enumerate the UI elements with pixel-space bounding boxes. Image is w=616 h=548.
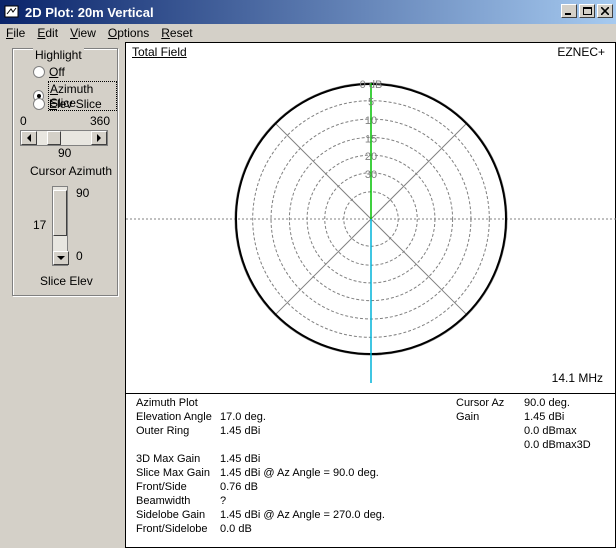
cursor-gain-dbmax3d: 0.0 dBmax3D: [524, 439, 591, 451]
arrow-right-icon: [97, 134, 101, 142]
elevation-slider-down-button[interactable]: [53, 251, 69, 265]
azimuth-slider[interactable]: [20, 130, 108, 146]
menu-options[interactable]: Options: [108, 26, 149, 40]
radio-elev-slice-label: Elev Slice: [49, 97, 102, 111]
cursor-gain-label: Gain: [456, 411, 480, 423]
ring-label: 20: [365, 151, 377, 163]
arrow-down-icon: [57, 256, 65, 260]
window-title: 2D Plot: 20m Vertical: [25, 4, 154, 20]
info-value-sidelobe-gain: 1.45 dBi @ Az Angle = 270.0 deg.: [220, 509, 385, 521]
info-label-elevation-angle: Elevation Angle: [136, 411, 212, 423]
info-value-3d-max-gain: 1.45 dBi: [220, 453, 261, 465]
close-icon: [601, 7, 609, 15]
app-icon: [4, 5, 19, 18]
plot-data-panel: Azimuth Plot Elevation Angle 17.0 deg. O…: [125, 394, 616, 548]
ring-label: 10: [365, 115, 377, 127]
menu-view[interactable]: View: [70, 26, 96, 40]
plot-title: Total Field: [132, 45, 187, 59]
info-label-outer-ring: Outer Ring: [136, 425, 190, 437]
info-label-front-sidelobe: Front/Sidelobe: [136, 523, 208, 535]
elevation-slider-thumb[interactable]: [53, 190, 67, 237]
cursor-az-value: 90.0 deg.: [524, 397, 570, 409]
close-button[interactable]: [597, 4, 613, 18]
elev-min-label: 0: [76, 249, 83, 263]
title-bar: 2D Plot: 20m Vertical: [0, 0, 616, 24]
radio-off-label: Off: [49, 65, 65, 79]
arrow-left-icon: [27, 134, 31, 142]
brand-label: EZNEC+: [557, 45, 605, 59]
control-panel: Highlight Off Azimuth Slice Elev Slice 0…: [0, 42, 125, 548]
info-value-front-sidelobe: 0.0 dB: [220, 523, 252, 535]
info-label-slice-max-gain: Slice Max Gain: [136, 467, 210, 479]
azimuth-max-label: 360: [90, 114, 111, 128]
frequency-label: 14.1 MHz: [551, 371, 603, 385]
ring-label: 0 dB: [360, 79, 383, 91]
radio-elev-slice-button[interactable]: [33, 98, 45, 110]
ring-label: 15: [365, 133, 377, 145]
highlight-group-title: Highlight: [33, 48, 84, 62]
menu-edit[interactable]: Edit: [37, 26, 58, 40]
info-value-elevation-angle: 17.0 deg.: [220, 411, 266, 423]
radio-elev-slice[interactable]: Elev Slice: [33, 97, 102, 111]
azimuth-slider-right-button[interactable]: [91, 131, 107, 145]
menu-bar: File Edit View Options Reset: [0, 24, 616, 42]
info-label-3d-max-gain: 3D Max Gain: [136, 453, 201, 465]
azimuth-value: 90: [58, 146, 72, 160]
polar-plot-area: 0 dB 5 10 15 20 30 Total Field EZNEC+ 14.1 MH…: [125, 42, 616, 394]
cursor-azimuth-label: Cursor Azimuth: [30, 164, 113, 178]
minimize-button[interactable]: [561, 4, 577, 18]
maximize-button[interactable]: [579, 4, 595, 18]
elevation-slider[interactable]: [52, 186, 69, 266]
minimize-icon: [565, 13, 571, 15]
plot-type-label: Azimuth Plot: [136, 397, 198, 409]
ring-label: 5: [368, 97, 374, 109]
cursor-gain-dbmax: 0.0 dBmax: [524, 425, 577, 437]
azimuth-slider-left-button[interactable]: [21, 131, 37, 145]
radio-off-button[interactable]: [33, 66, 45, 78]
menu-reset[interactable]: Reset: [161, 26, 192, 40]
info-value-slice-max-gain: 1.45 dBi @ Az Angle = 90.0 deg.: [220, 467, 379, 479]
azimuth-min-label: 0: [20, 114, 27, 128]
ring-label: 30: [365, 169, 377, 181]
slice-elev-label: Slice Elev: [40, 274, 93, 288]
info-label-sidelobe-gain: Sidelobe Gain: [136, 509, 206, 521]
polar-plot: 0 dB 5 10 15 20 30: [126, 79, 616, 383]
cursor-gain-dbi: 1.45 dBi: [524, 411, 565, 423]
elev-value: 17: [33, 218, 47, 232]
cursor-az-label: Cursor Az: [456, 397, 505, 409]
elev-max-label: 90: [76, 186, 90, 200]
menu-file[interactable]: File: [6, 26, 25, 40]
info-value-outer-ring: 1.45 dBi: [220, 425, 261, 437]
info-label-front-side: Front/Side: [136, 481, 187, 493]
info-value-front-side: 0.76 dB: [220, 481, 258, 493]
info-label-beamwidth: Beamwidth: [136, 495, 191, 507]
maximize-icon: [582, 6, 592, 15]
azimuth-slider-thumb[interactable]: [47, 131, 61, 145]
info-value-beamwidth: ?: [220, 495, 227, 507]
radio-off[interactable]: Off: [33, 65, 65, 79]
